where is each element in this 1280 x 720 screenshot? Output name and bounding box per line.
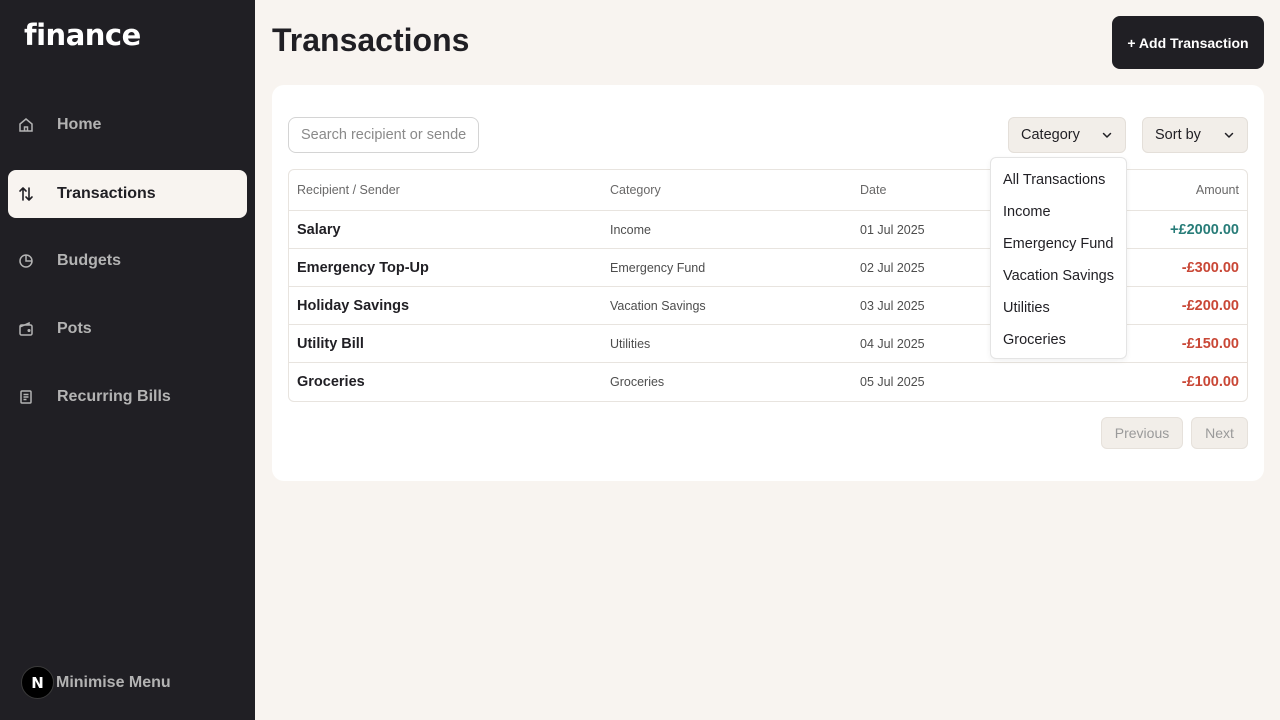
search-input[interactable] — [288, 117, 479, 153]
sidebar-item-transactions[interactable]: Transactions — [8, 170, 247, 218]
table-row[interactable]: Groceries Groceries 05 Jul 2025 -£100.00 — [289, 363, 1247, 401]
sidebar-item-label: Home — [57, 116, 102, 133]
row-category: Emergency Fund — [610, 260, 706, 275]
row-recipient: Emergency Top-Up — [297, 259, 429, 276]
category-dropdown[interactable]: Category — [1008, 117, 1126, 153]
avatar-letter: N — [31, 673, 44, 692]
sidebar-item-label: Pots — [57, 320, 92, 337]
category-dropdown-menu: All Transactions Income Emergency Fund V… — [990, 157, 1127, 359]
row-date: 05 Jul 2025 — [860, 375, 925, 389]
minimise-menu-label: Minimise Menu — [56, 673, 171, 691]
sidebar-item-home[interactable]: Home — [8, 101, 247, 149]
category-option-emergency-fund[interactable]: Emergency Fund — [991, 228, 1126, 260]
next-page-button[interactable]: Next — [1191, 417, 1248, 449]
sidebar-item-label: Recurring Bills — [57, 388, 171, 405]
sidebar-item-pots[interactable]: Pots — [8, 305, 247, 353]
wallet-icon — [17, 320, 35, 338]
category-option-all[interactable]: All Transactions — [991, 164, 1126, 196]
category-dropdown-label: Category — [1021, 127, 1080, 143]
sort-dropdown-label: Sort by — [1155, 127, 1201, 143]
minimise-menu-button[interactable]: N Minimise Menu — [21, 666, 171, 699]
sidebar: finance Home Transactions Budgets Pots R… — [0, 0, 255, 720]
row-amount: -£100.00 — [1181, 374, 1239, 390]
app-logo[interactable]: finance — [24, 18, 141, 52]
sidebar-item-recurring-bills[interactable]: Recurring Bills — [8, 373, 247, 421]
row-category: Groceries — [610, 375, 665, 389]
pie-chart-icon — [17, 252, 35, 270]
sidebar-item-label: Budgets — [57, 252, 121, 269]
category-option-vacation-savings[interactable]: Vacation Savings — [991, 260, 1126, 292]
page-title: Transactions — [272, 22, 470, 58]
avatar: N — [21, 666, 54, 699]
arrows-up-down-icon — [17, 185, 35, 203]
chevron-down-icon — [1223, 129, 1235, 141]
category-option-groceries[interactable]: Groceries — [991, 324, 1126, 356]
previous-page-button[interactable]: Previous — [1101, 417, 1183, 449]
category-option-income[interactable]: Income — [991, 196, 1126, 228]
chevron-down-icon — [1101, 129, 1113, 141]
row-recipient: Utility Bill — [297, 335, 364, 352]
add-transaction-button[interactable]: + Add Transaction — [1112, 16, 1264, 69]
column-header-category: Category — [610, 183, 661, 197]
receipt-icon — [17, 388, 35, 406]
row-recipient: Groceries — [297, 374, 365, 390]
row-recipient: Salary — [297, 221, 341, 238]
sort-dropdown[interactable]: Sort by — [1142, 117, 1248, 153]
sidebar-item-budgets[interactable]: Budgets — [8, 237, 247, 285]
home-icon — [17, 116, 35, 134]
sidebar-item-label: Transactions — [57, 185, 156, 202]
category-option-utilities[interactable]: Utilities — [991, 292, 1126, 324]
row-category: Utilities — [610, 336, 651, 351]
row-recipient: Holiday Savings — [297, 297, 410, 314]
row-category: Vacation Savings — [610, 298, 706, 313]
row-category: Income — [610, 222, 651, 237]
column-header-recipient: Recipient / Sender — [297, 183, 400, 197]
